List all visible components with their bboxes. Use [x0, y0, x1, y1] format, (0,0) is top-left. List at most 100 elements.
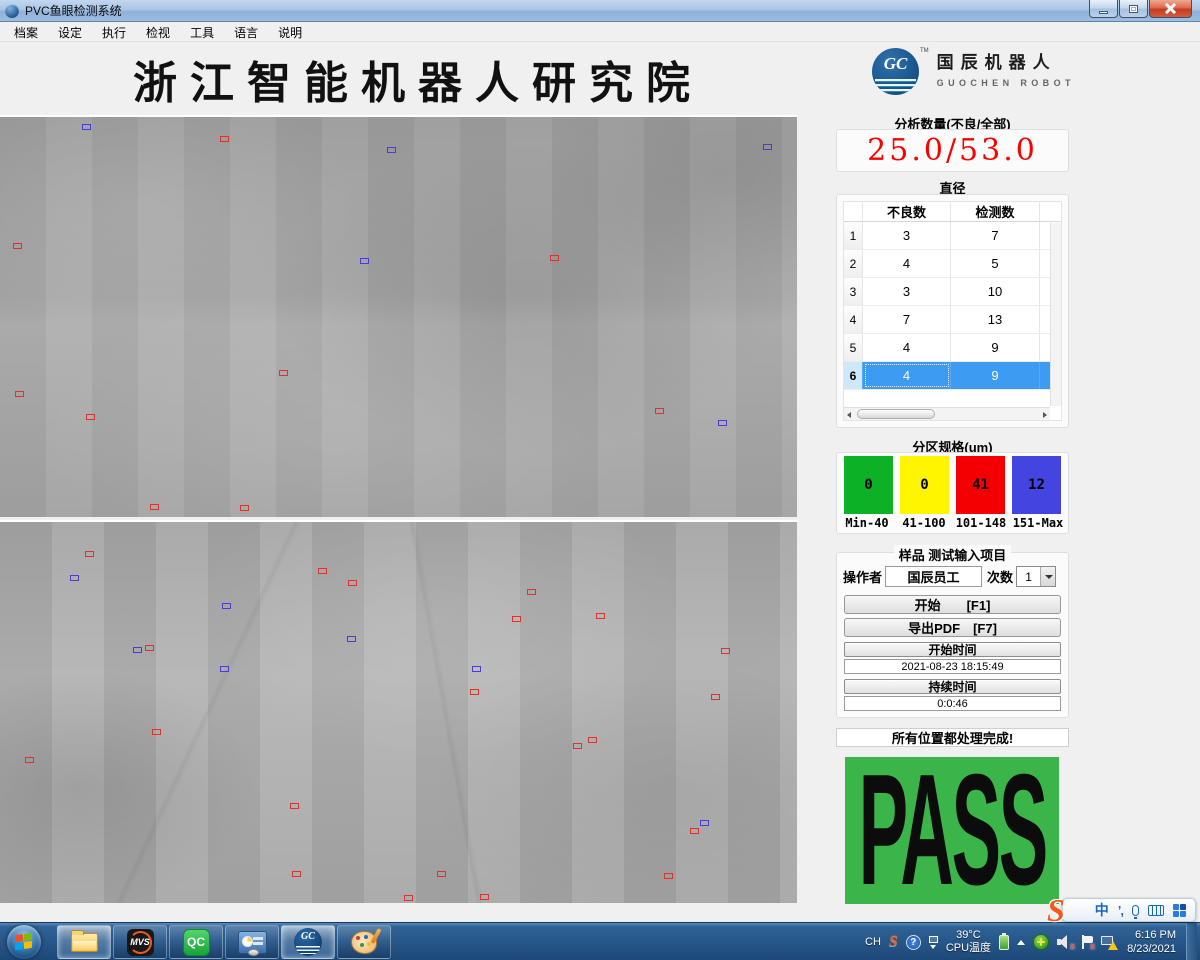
sample-group: 样品 测试输入项目 操作者 次数 1 开始 [F1] 导出PDF [F7] 开始…: [836, 552, 1069, 718]
sample-legend: 样品 测试输入项目: [894, 545, 1012, 564]
table-row[interactable]: 549: [844, 334, 1061, 362]
table-row[interactable]: 649: [844, 362, 1061, 390]
taskbar-guochen-app-button[interactable]: GC: [281, 925, 335, 959]
microphone-icon[interactable]: [1132, 905, 1139, 916]
start-button-orb[interactable]: [7, 925, 41, 959]
menu-item[interactable]: 执行: [92, 23, 136, 42]
desktop: PVC鱼眼检测系统 档案设定执行检视工具语言说明 浙江智能机器人研究院 GC T…: [0, 0, 1200, 960]
paint-palette-icon: [351, 931, 377, 954]
antivirus-icon[interactable]: [1033, 934, 1049, 950]
column-header-bad: 不良数: [863, 202, 951, 221]
times-label: 次数: [987, 567, 1013, 586]
taskbar-explorer-button[interactable]: [57, 925, 111, 959]
taskbar-mvs-button[interactable]: MVS: [113, 925, 167, 959]
taskbar-qc-button[interactable]: QC: [169, 925, 223, 959]
qc-icon: QC: [183, 929, 210, 956]
zone-count-cell: 41: [956, 456, 1005, 514]
menu-item[interactable]: 工具: [180, 23, 224, 42]
taskbar-paint-button[interactable]: [337, 925, 391, 959]
ime-toolbar: S 中 ’,: [1062, 898, 1196, 922]
language-indicator[interactable]: CH: [865, 936, 881, 948]
scroll-right-arrow[interactable]: [1039, 409, 1050, 420]
table-row[interactable]: 245: [844, 250, 1061, 278]
cpu-temp-label: CPU温度: [946, 942, 991, 955]
show-desktop-button[interactable]: [1186, 923, 1197, 960]
defect-marker: [133, 647, 142, 653]
ime-mode-toggle[interactable]: 中: [1095, 900, 1109, 920]
defect-marker: [721, 648, 730, 654]
defect-marker: [588, 737, 597, 743]
ime-punctuation-toggle[interactable]: ’,: [1118, 903, 1123, 918]
table-row[interactable]: 3310: [844, 278, 1061, 306]
scroll-left-arrow[interactable]: [844, 409, 855, 420]
defect-marker: [290, 803, 299, 809]
duration-value: 0:0:46: [844, 696, 1061, 711]
maximize-button[interactable]: [1119, 0, 1148, 18]
table-row[interactable]: 137: [844, 222, 1061, 250]
duration-label: 持续时间: [844, 679, 1061, 694]
defect-marker: [596, 613, 605, 619]
zone-range-label: Min-40: [839, 516, 895, 530]
network-warning-icon[interactable]: [1101, 935, 1117, 949]
logo-name-en: GUOCHEN ROBOT: [937, 78, 1075, 88]
diameter-table-box: 不良数 检测数 13724533104713549649: [836, 194, 1069, 428]
zone-count-cell: 0: [844, 456, 893, 514]
sogou-logo-icon[interactable]: S: [1047, 892, 1065, 929]
times-select[interactable]: 1: [1016, 566, 1056, 587]
defect-marker: [512, 616, 521, 622]
defect-marker: [70, 575, 79, 581]
defect-marker: [85, 551, 94, 557]
close-button[interactable]: [1149, 0, 1192, 18]
hidden-icons-arrow[interactable]: [1017, 940, 1025, 945]
app-window-icon: [5, 4, 19, 18]
defect-marker: [480, 894, 489, 900]
defect-marker: [347, 636, 356, 642]
defect-marker: [152, 729, 161, 735]
defect-marker: [387, 147, 396, 153]
defect-marker: [573, 743, 582, 749]
defect-marker: [318, 568, 327, 574]
menu-item[interactable]: 语言: [224, 23, 268, 42]
menu-item[interactable]: 说明: [268, 23, 312, 42]
status-message: 所有位置都处理完成!: [836, 728, 1069, 747]
scrollbar-thumb[interactable]: [857, 409, 935, 419]
start-button[interactable]: 开始 [F1]: [844, 595, 1061, 614]
table-row[interactable]: 4713: [844, 306, 1061, 334]
menu-item[interactable]: 检视: [136, 23, 180, 42]
minimize-button[interactable]: [1089, 0, 1118, 18]
operator-input[interactable]: [885, 566, 982, 587]
language-bar-options-icon[interactable]: [929, 936, 938, 949]
speaker-muted-icon[interactable]: x: [1057, 935, 1073, 949]
chevron-down-icon[interactable]: [1040, 567, 1055, 586]
table-vertical-scrollbar[interactable]: [1050, 223, 1061, 406]
defect-marker: [348, 580, 357, 586]
menu-item[interactable]: 档案: [4, 23, 48, 42]
action-center-flag-icon[interactable]: x: [1081, 935, 1093, 949]
help-icon[interactable]: ?: [906, 935, 921, 950]
table-horizontal-scrollbar[interactable]: [844, 407, 1050, 420]
analysis-value: 25.0/53.0: [867, 133, 1038, 168]
sogou-tray-icon[interactable]: S: [889, 933, 898, 951]
camera-image-top: [0, 117, 797, 517]
guochen-app-icon: GC: [294, 928, 322, 956]
taskbar-control-panel-button[interactable]: [225, 925, 279, 959]
ime-menu-icon[interactable]: [1173, 904, 1186, 917]
defect-marker: [437, 871, 446, 877]
defect-marker: [240, 505, 249, 511]
zones-box: 004112 Min-4041-100101-148151-Max: [836, 452, 1069, 534]
defect-marker: [25, 757, 34, 763]
battery-icon[interactable]: [999, 935, 1009, 950]
folder-icon: [71, 933, 98, 952]
menu-item[interactable]: 设定: [48, 23, 92, 42]
window-title: PVC鱼眼检测系统: [25, 2, 122, 19]
control-panel-icon: [238, 931, 267, 954]
system-tray: CH S ? 39°C CPU温度 x x 6:16 PM 8/23/2021: [865, 923, 1200, 960]
export-pdf-button[interactable]: 导出PDF [F7]: [844, 618, 1061, 637]
result-text: PASS: [858, 757, 1045, 904]
clock[interactable]: 6:16 PM 8/23/2021: [1127, 928, 1176, 956]
defect-marker: [550, 255, 559, 261]
defect-marker: [472, 666, 481, 672]
start-time-value: 2021-08-23 18:15:49: [844, 659, 1061, 674]
column-header-detected: 检测数: [951, 202, 1040, 221]
keyboard-icon[interactable]: [1148, 905, 1164, 916]
